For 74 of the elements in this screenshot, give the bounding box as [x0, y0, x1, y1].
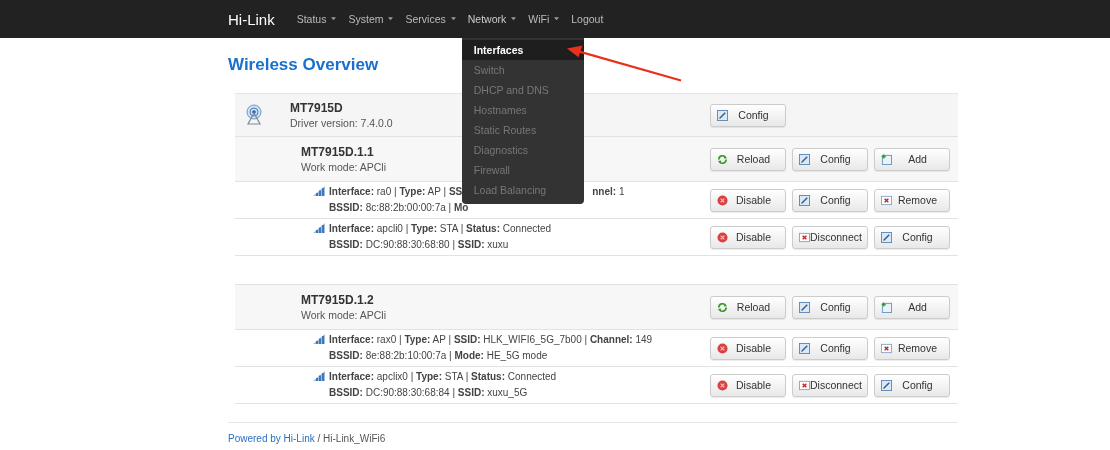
- caret-icon: [388, 17, 394, 21]
- remove-icon: [881, 342, 892, 354]
- stop-icon: [717, 194, 728, 206]
- interface-info: nnel: 1: [592, 185, 625, 199]
- nav-menu[interactable]: Services: [399, 0, 462, 38]
- remove-button[interactable]: Disconnect: [792, 225, 868, 249]
- reload-icon: [717, 153, 728, 165]
- add-button[interactable]: Add: [874, 295, 950, 319]
- edit-button[interactable]: Config: [792, 336, 868, 360]
- caret-icon: [331, 17, 337, 21]
- caret-icon: [450, 17, 456, 21]
- brand-logo[interactable]: Hi-Link: [228, 10, 275, 28]
- edit-icon: [881, 379, 892, 391]
- add-button[interactable]: Add: [874, 147, 950, 171]
- remove-icon: [881, 194, 892, 206]
- driver-version: Driver version: 7.4.0.0: [290, 117, 393, 129]
- edit-icon: [717, 109, 728, 121]
- disable-button[interactable]: Disable: [710, 336, 786, 360]
- interface-info: Interface: rax0 | Type: AP | SSID: HLK_WIFI6_5G_7b00 | Channel: 149: [329, 333, 653, 347]
- stop-icon: [717, 379, 728, 391]
- remove-button[interactable]: Disconnect: [792, 373, 868, 397]
- interface-info: Interface: apclix0 | Type: STA | Status: Connected: [329, 370, 557, 384]
- interface-info: BSSID: DC:90:88:30:68:80 | SSID: xuxu: [329, 238, 509, 252]
- signal-icon: [313, 334, 325, 344]
- interface-info: Interface: apcli0 | Type: STA | Status: Connected: [329, 222, 552, 236]
- network-name: MT7915D.1.1: [301, 145, 375, 159]
- stop-icon: [717, 231, 728, 243]
- reload-icon: [717, 301, 728, 313]
- reload-button[interactable]: Reload: [710, 295, 786, 319]
- disable-button[interactable]: Disable: [710, 373, 786, 397]
- remove-button[interactable]: Remove: [874, 336, 950, 360]
- disable-button[interactable]: Disable: [710, 188, 786, 212]
- remove-icon: [799, 379, 810, 391]
- edit-button[interactable]: Config: [792, 295, 868, 319]
- device-name: MT7915D: [290, 101, 344, 115]
- edit-icon: [881, 231, 892, 243]
- nav-menu[interactable]: Network: [461, 0, 523, 38]
- edit-button[interactable]: Config: [874, 373, 950, 397]
- nav-menu[interactable]: Logout: [565, 0, 610, 38]
- interface-info: Interface: ra0 | Type: AP | SS: [329, 185, 463, 199]
- caret-icon: [511, 17, 517, 21]
- footer-text: / Hi-Link_WiFi6: [316, 433, 386, 444]
- network-name: MT7915D.1.2: [301, 293, 375, 307]
- interface-info: BSSID: 8c:88:2b:00:00:7a | Mo: [329, 201, 469, 215]
- edit-icon: [799, 342, 810, 354]
- nav-menu[interactable]: WiFi: [522, 0, 566, 38]
- add-page-icon: [881, 301, 892, 313]
- page-title: Wireless Overview: [228, 55, 379, 75]
- nav-menu[interactable]: Status: [290, 0, 343, 38]
- powered-by-link[interactable]: Powered by Hi-Link: [228, 433, 315, 444]
- reload-button[interactable]: Reload: [710, 147, 786, 171]
- edit-button[interactable]: Config: [874, 225, 950, 249]
- edit-button[interactable]: Config: [710, 103, 786, 127]
- edit-icon: [799, 301, 810, 313]
- work-mode: Work mode: APCli: [301, 161, 386, 173]
- interface-info: BSSID: DC:90:88:30:68:84 | SSID: xuxu_5G: [329, 386, 528, 400]
- edit-button[interactable]: Config: [792, 188, 868, 212]
- edit-icon: [799, 153, 810, 165]
- signal-icon: [313, 371, 325, 381]
- signal-icon: [313, 223, 325, 233]
- nav-menu[interactable]: System: [342, 0, 400, 38]
- edit-icon: [799, 194, 810, 206]
- remove-button[interactable]: Remove: [874, 188, 950, 212]
- caret-icon: [554, 17, 560, 21]
- edit-button[interactable]: Config: [792, 147, 868, 171]
- add-page-icon: [881, 153, 892, 165]
- stop-icon: [717, 342, 728, 354]
- interface-info: BSSID: 8e:88:2b:10:00:7a | Mode: HE_5G mode: [329, 349, 548, 363]
- disable-button[interactable]: Disable: [710, 225, 786, 249]
- remove-icon: [799, 231, 810, 243]
- dropdown-item[interactable]: Interfaces: [461, 40, 584, 60]
- wireless-antenna-icon: [243, 104, 265, 126]
- work-mode: Work mode: APCli: [301, 309, 386, 321]
- signal-icon: [313, 186, 325, 196]
